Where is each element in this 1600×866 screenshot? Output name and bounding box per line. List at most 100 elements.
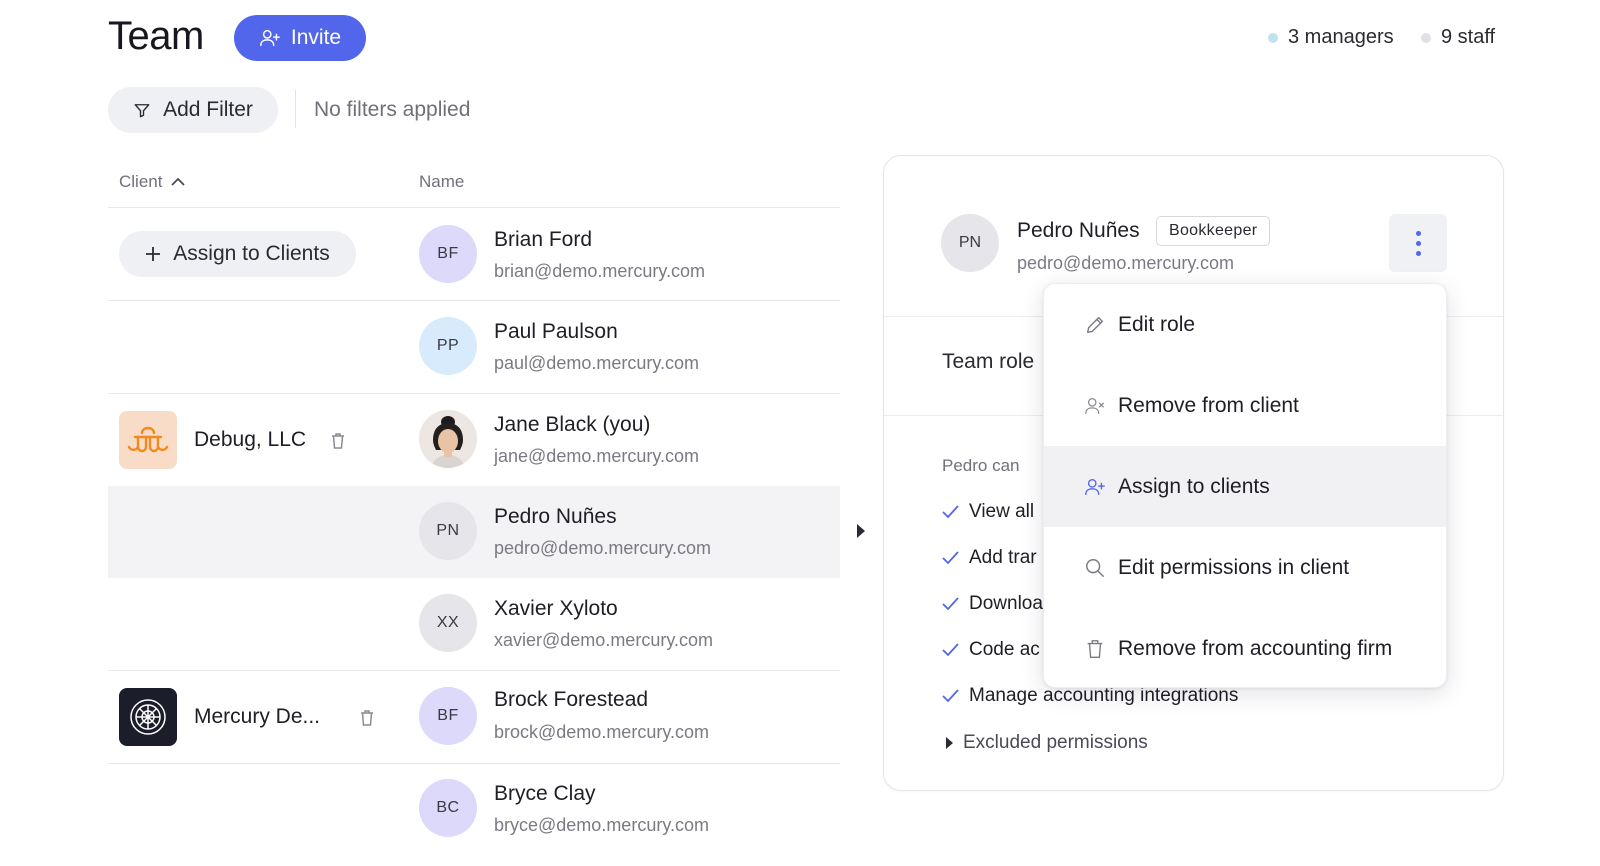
permission-item: Downloa [942, 593, 1043, 615]
table-row-selected[interactable]: PN Pedro Nuñes pedro@demo.mercury.com [108, 486, 840, 578]
kebab-dot [1415, 230, 1421, 236]
plus-icon [146, 247, 161, 261]
user-remove-icon [1085, 397, 1104, 414]
search-icon [1086, 558, 1104, 577]
team-role-label: Team role [942, 350, 1035, 373]
permission-label: Manage accounting integrations [969, 685, 1239, 706]
excluded-permissions-toggle[interactable]: Excluded permissions [946, 732, 1148, 754]
table-row[interactable]: BC Bryce Clay bryce@demo.mercury.com [108, 764, 840, 856]
menu-item-label: Edit permissions in client [1118, 555, 1350, 579]
table-row[interactable]: XX Xavier Xyloto xavier@demo.mercury.com [108, 578, 840, 670]
person-name: Bryce Clay [494, 782, 596, 805]
invite-label: Invite [290, 26, 342, 49]
managers-count: 3 managers [1288, 26, 1394, 48]
check-icon [942, 643, 959, 657]
check-icon [942, 689, 959, 703]
check-icon [942, 597, 959, 611]
column-header-name-label: Name [419, 172, 465, 191]
menu-item-edit-permissions[interactable]: Edit permissions in client [1044, 527, 1446, 608]
more-options-button[interactable] [1389, 214, 1447, 272]
table-row[interactable]: Assign to Clients BF Brian Ford brian@de… [108, 208, 840, 300]
permission-item: Manage accounting integrations [942, 685, 1238, 707]
person-name: Xavier Xyloto [494, 597, 618, 620]
person-email: paul@demo.mercury.com [494, 353, 700, 373]
pencil-icon [1086, 316, 1104, 333]
permissions-heading: Pedro can [942, 456, 1020, 475]
avatar [419, 410, 477, 468]
add-filter-button[interactable]: Add Filter [108, 87, 278, 133]
table-row[interactable]: Mercury De... BF Brock Forestead brock@d… [108, 671, 840, 763]
caret-right-icon [946, 737, 953, 749]
member-email: pedro@demo.mercury.com [1017, 253, 1235, 273]
kebab-dot [1415, 250, 1421, 256]
person-email: brock@demo.mercury.com [494, 722, 709, 742]
client-name: Mercury De... [194, 705, 321, 728]
menu-item-label: Edit role [1118, 312, 1196, 336]
column-header-client[interactable]: Client [119, 172, 186, 192]
avatar: PN [941, 214, 999, 272]
chevron-up-icon [171, 177, 186, 186]
person-email: bryce@demo.mercury.com [494, 815, 709, 835]
permission-label: View all [969, 501, 1035, 522]
trash-icon [1087, 639, 1103, 658]
client-name: Debug, LLC [194, 428, 307, 451]
permission-item: Add trar [942, 547, 1037, 569]
check-icon [942, 505, 959, 519]
person-email: brian@demo.mercury.com [494, 261, 705, 281]
check-icon [942, 551, 959, 565]
menu-item-edit-role[interactable]: Edit role [1044, 284, 1446, 365]
table-row[interactable]: Debug, LLC Jane Black (you) jane@demo.me… [108, 394, 840, 486]
page-title: Team [108, 14, 204, 58]
menu-item-label: Remove from client [1118, 393, 1299, 417]
excluded-permissions-label: Excluded permissions [963, 732, 1148, 753]
assign-to-clients-button[interactable]: Assign to Clients [119, 231, 356, 277]
person-name: Brian Ford [494, 228, 593, 251]
menu-item-label: Remove from accounting firm [1118, 636, 1393, 660]
column-header-name[interactable]: Name [419, 172, 464, 192]
menu-item-label: Assign to clients [1118, 474, 1270, 498]
legend-managers: 3 managers [1268, 26, 1394, 49]
role-badge: Bookkeeper [1156, 216, 1271, 246]
mercury-icon [130, 699, 166, 735]
trash-icon[interactable] [359, 709, 375, 727]
avatar: BC [419, 779, 477, 837]
column-header-client-label: Client [119, 172, 163, 191]
staff-dot [1421, 32, 1431, 43]
avatar: BF [419, 225, 477, 283]
permission-label: Downloa [969, 593, 1043, 614]
caret-right-icon [857, 524, 865, 538]
menu-item-assign-to-clients[interactable]: Assign to clients [1044, 446, 1446, 527]
trash-icon[interactable] [330, 432, 346, 450]
add-filter-label: Add Filter [163, 98, 253, 121]
user-add-icon [259, 29, 280, 47]
assign-to-clients-label: Assign to Clients [173, 242, 330, 265]
user-add-icon [1085, 478, 1105, 495]
avatar: BF [419, 687, 477, 745]
user-photo [419, 410, 477, 468]
mercury-logo [119, 688, 177, 746]
member-actions-menu: Edit role Remove from client Assign to c… [1043, 283, 1447, 688]
member-name: Pedro Nuñes [1017, 219, 1140, 242]
avatar: PP [419, 317, 477, 375]
person-email: xavier@demo.mercury.com [494, 630, 713, 650]
person-name: Brock Forestead [494, 688, 649, 711]
person-name: Jane Black (you) [494, 413, 651, 436]
person-name: Paul Paulson [494, 320, 618, 343]
kebab-dot [1415, 240, 1421, 246]
debug-llc-logo [119, 411, 177, 469]
person-email: pedro@demo.mercury.com [494, 538, 712, 558]
menu-item-remove-from-firm[interactable]: Remove from accounting firm [1044, 608, 1446, 687]
avatar: XX [419, 594, 477, 652]
person-name: Pedro Nuñes [494, 505, 617, 528]
invite-button[interactable]: Invite [234, 15, 366, 61]
legend-staff: 9 staff [1421, 26, 1495, 49]
menu-item-remove-from-client[interactable]: Remove from client [1044, 365, 1446, 446]
permission-label: Code ac [969, 639, 1040, 660]
permission-label: Add trar [969, 547, 1037, 568]
managers-dot [1268, 32, 1278, 43]
filter-status: No filters applied [314, 98, 471, 121]
table-row[interactable]: PP Paul Paulson paul@demo.mercury.com [108, 301, 840, 393]
permission-item: View all [942, 501, 1034, 523]
permission-item: Code ac [942, 639, 1040, 661]
person-email: jane@demo.mercury.com [494, 446, 700, 466]
